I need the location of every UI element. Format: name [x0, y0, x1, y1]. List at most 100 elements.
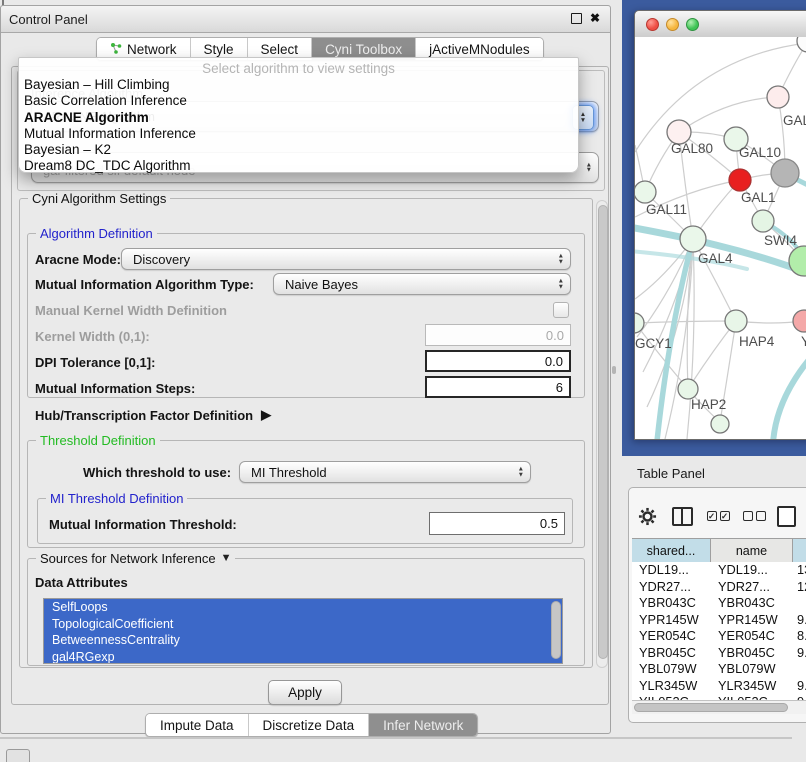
node-label: GAL10 — [739, 145, 781, 160]
node-gal4[interactable] — [680, 226, 706, 252]
table-row[interactable]: YPR145WYPR145W9. — [632, 612, 806, 629]
table-row[interactable]: YBL079WYBL079W — [632, 661, 806, 678]
tab-discretize-data[interactable]: Discretize Data — [249, 714, 370, 736]
list-item[interactable]: SelfLoops — [44, 599, 562, 616]
split-view-icon[interactable] — [664, 507, 700, 526]
network-canvas[interactable]: GAL80 GAL10 GAL1 GAL11 GAL4 SWI4 GCY1 HA… — [635, 37, 806, 439]
right-arrow-icon: ▶ — [261, 407, 271, 423]
table-row[interactable]: YBR043CYBR043C — [632, 595, 806, 612]
table-horizontal-scrollbar-thumb[interactable] — [634, 703, 788, 712]
mi-steps-field[interactable]: 6 — [425, 376, 571, 398]
column-header-name[interactable]: name — [711, 539, 793, 563]
data-attributes-list[interactable]: SelfLoops TopologicalCoefficient Between… — [43, 598, 563, 664]
settings-scrollbar-thumb[interactable] — [598, 205, 608, 659]
kernel-width-label: Kernel Width (0,1): — [35, 329, 150, 344]
traffic-light-zoom-icon[interactable] — [686, 18, 699, 31]
node-label: GAL1 — [741, 190, 776, 205]
corner-button[interactable] — [6, 749, 30, 762]
cyni-settings-title: Cyni Algorithm Settings — [28, 191, 170, 206]
node-label: GCY1 — [635, 336, 672, 351]
deselect-columns-icon[interactable] — [736, 511, 772, 521]
popup-item[interactable]: Bayesian – Hill Climbing — [19, 77, 578, 93]
table-row[interactable]: YER054CYER054C8. — [632, 628, 806, 645]
kernel-width-field[interactable]: 0.0 — [425, 324, 571, 346]
list-item[interactable]: gal4RGexp — [44, 649, 562, 665]
table-row[interactable]: YDL19...YDL19...13 — [632, 562, 806, 579]
table-row[interactable]: YLR345WYLR345W9. — [632, 678, 806, 695]
mi-steps-label: Mutual Information Steps: — [35, 381, 195, 396]
node-salmon[interactable] — [793, 310, 806, 332]
panel-splitter[interactable] — [612, 366, 616, 374]
column-header-partial[interactable] — [793, 539, 806, 563]
table-toolbar: ✓✓ — [630, 500, 806, 532]
mi-threshold-label: Mutual Information Threshold: — [49, 517, 237, 532]
node-label: SWI4 — [764, 233, 797, 248]
node-gray[interactable] — [771, 159, 799, 187]
table-horizontal-scrollbar[interactable] — [632, 700, 806, 714]
table-rows[interactable]: YDL19...YDL19...13 YDR27...YDR27...12 YB… — [632, 562, 806, 700]
control-panel-titlebar[interactable]: Control Panel ✖ — [1, 6, 610, 33]
aracne-mode-combo[interactable]: Discovery ▲▼ — [121, 248, 571, 270]
network-icon — [110, 42, 122, 57]
sources-title[interactable]: Sources for Network Inference ▼ — [36, 551, 235, 566]
popup-item[interactable]: Basic Correlation Inference — [19, 93, 578, 109]
hub-definition-expander[interactable]: Hub/Transcription Factor Definition ▶ — [35, 407, 271, 423]
settings-scrollbar[interactable] — [596, 200, 608, 668]
select-all-columns-icon[interactable]: ✓✓ — [700, 511, 736, 521]
table-row[interactable]: YBR045CYBR045C9. — [632, 645, 806, 662]
close-icon[interactable]: ✖ — [590, 12, 600, 24]
network-window-titlebar[interactable] — [635, 11, 806, 38]
traffic-light-minimize-icon[interactable] — [666, 18, 679, 31]
popup-item[interactable]: Bayesian – K2 — [19, 142, 578, 158]
node-label: HAP2 — [691, 397, 726, 412]
mi-type-combo[interactable]: Naive Bayes ▲▼ — [273, 273, 571, 295]
traffic-light-close-icon[interactable] — [646, 18, 659, 31]
list-item[interactable]: TopologicalCoefficient — [44, 616, 562, 633]
window-bottom-edge — [0, 737, 792, 739]
node-hap4[interactable] — [725, 310, 747, 332]
control-panel-title: Control Panel — [1, 12, 88, 27]
node-label: Y — [801, 334, 806, 349]
algorithm-popup: Select algorithm to view settings Bayesi… — [18, 57, 579, 173]
spinner-arrows-icon: ▲▼ — [518, 467, 524, 478]
node-gal7[interactable] — [767, 86, 789, 108]
which-threshold-label: Which threshold to use: — [83, 465, 231, 480]
down-arrow-icon: ▼ — [221, 551, 232, 566]
algorithm-definition-title: Algorithm Definition — [36, 226, 157, 241]
data-attributes-label: Data Attributes — [35, 575, 128, 590]
node-swi4[interactable] — [752, 210, 774, 232]
node-label: HAP4 — [739, 334, 775, 349]
popup-item[interactable]: Dream8 DC_TDC Algorithm — [19, 158, 578, 174]
list-scrollbar[interactable] — [551, 601, 561, 659]
mi-threshold-field[interactable]: 0.5 — [429, 512, 565, 535]
manual-kernel-label: Manual Kernel Width Definition — [35, 303, 227, 318]
list-item[interactable]: BetweennessCentrality — [44, 632, 562, 649]
node-big-green[interactable] — [789, 246, 806, 276]
node-partial-top[interactable] — [797, 37, 806, 52]
node-label: GAL — [783, 113, 806, 128]
table-row[interactable]: YDR27...YDR27...12 — [632, 579, 806, 596]
node-hap2[interactable] — [678, 379, 698, 399]
manual-kernel-checkbox[interactable] — [553, 302, 569, 318]
node-gal1[interactable] — [729, 169, 751, 191]
which-threshold-combo[interactable]: MI Threshold ▲▼ — [239, 461, 531, 483]
table-panel-title: Table Panel — [637, 466, 705, 481]
dpi-tolerance-label: DPI Tolerance [0,1]: — [35, 355, 155, 370]
spinner-arrows-icon: ▲▼ — [558, 254, 564, 265]
tab-impute-data[interactable]: Impute Data — [146, 714, 249, 736]
dpi-tolerance-field[interactable]: 0.0 — [425, 350, 571, 372]
popup-item[interactable]: Mutual Information Inference — [19, 126, 578, 142]
aracne-mode-label: Aracne Mode: — [35, 252, 121, 267]
node-gal11[interactable] — [635, 181, 656, 203]
node-partial-bottom[interactable] — [711, 415, 729, 433]
gear-icon[interactable] — [630, 507, 664, 526]
new-column-icon[interactable] — [772, 506, 800, 527]
apply-button[interactable]: Apply — [268, 680, 342, 705]
float-window-icon[interactable] — [571, 13, 582, 24]
network-view-window[interactable]: GAL80 GAL10 GAL1 GAL11 GAL4 SWI4 GCY1 HA… — [634, 10, 806, 440]
column-header-shared[interactable]: shared... — [632, 539, 711, 563]
popup-header: Select algorithm to view settings — [19, 60, 578, 77]
tab-infer-network[interactable]: Infer Network — [369, 714, 477, 736]
popup-item-selected[interactable]: ARACNE Algorithm — [19, 110, 578, 126]
threshold-definition-title: Threshold Definition — [36, 433, 160, 448]
